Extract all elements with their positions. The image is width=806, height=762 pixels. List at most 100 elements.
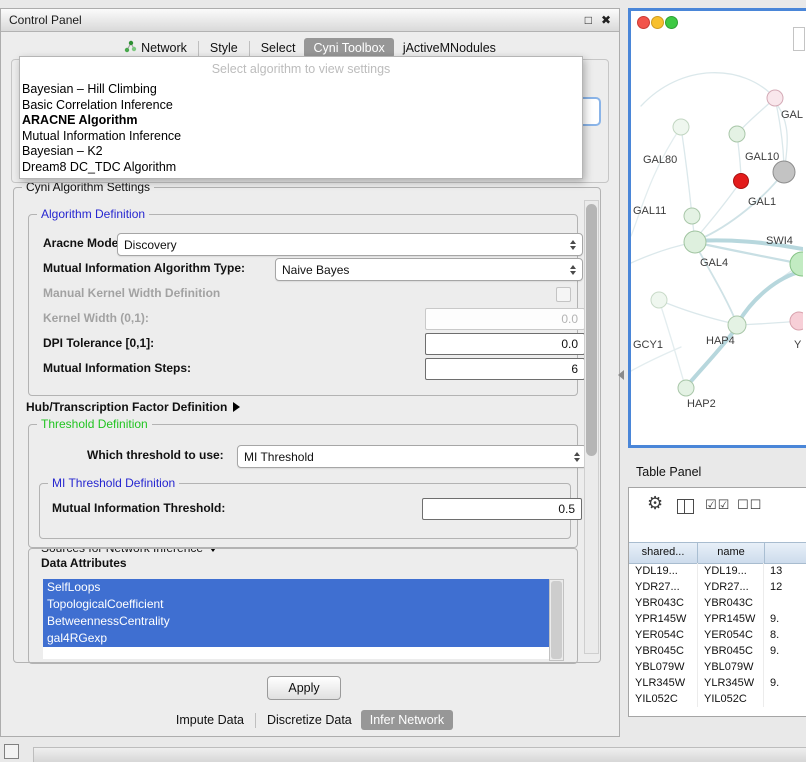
network-node[interactable]: [734, 174, 749, 189]
splitter-collapse-arrow[interactable]: [618, 370, 624, 380]
mi-type-value: Naive Bayes: [282, 263, 564, 277]
mi-threshold-field[interactable]: 0.5: [422, 498, 582, 520]
tab-infer-network[interactable]: Infer Network: [361, 710, 453, 730]
settings-scrollbar[interactable]: [584, 200, 599, 654]
docked-panel-icon[interactable]: [4, 744, 19, 759]
aracne-mode-combobox[interactable]: Discovery: [117, 233, 583, 256]
manual-kernel-checkbox: [556, 287, 571, 302]
network-node[interactable]: [728, 316, 746, 334]
table-row[interactable]: YPR145WYPR145W9.: [629, 611, 806, 627]
table-row[interactable]: YBR043CYBR043C: [629, 595, 806, 611]
table-cell: [764, 691, 806, 707]
algorithm-option[interactable]: Bayesian – Hill Climbing: [20, 82, 582, 98]
tab-select[interactable]: Select: [252, 38, 305, 58]
scrollbar-thumb[interactable]: [586, 204, 597, 456]
column-chooser-icon[interactable]: [677, 499, 694, 514]
attribute-item[interactable]: BetweennessCentrality: [43, 613, 549, 630]
mi-type-combobox[interactable]: Naive Bayes: [275, 258, 583, 281]
gear-icon[interactable]: ⚙: [647, 493, 663, 514]
table-row[interactable]: YBR045CYBR045C9.: [629, 643, 806, 659]
bottom-panel-strip[interactable]: [33, 747, 806, 762]
table-cell: 9.: [764, 643, 806, 659]
network-node[interactable]: [684, 231, 706, 253]
tab-label: jActiveMNodules: [403, 41, 496, 55]
network-node[interactable]: [651, 292, 667, 308]
control-panel-titlebar[interactable]: Control Panel □ ✖: [1, 9, 619, 32]
tab-label: Style: [210, 41, 238, 55]
combobox-arrows-icon: [570, 240, 576, 250]
table-body: YDL19...YDL19...13YDR27...YDR27...12YBR0…: [629, 563, 806, 707]
table-row[interactable]: YLR345WYLR345W9.: [629, 675, 806, 691]
float-window-icon[interactable]: □: [585, 14, 592, 26]
mi-steps-field[interactable]: 6: [425, 358, 585, 380]
algorithm-option-list: Bayesian – Hill ClimbingBasic Correlatio…: [20, 82, 582, 175]
combobox-arrows-icon: [574, 452, 580, 462]
network-node[interactable]: [673, 119, 689, 135]
zoom-traffic-light[interactable]: [665, 16, 678, 29]
deselect-all-checkboxes-icon[interactable]: ☐☐: [737, 497, 762, 513]
close-traffic-light[interactable]: [637, 16, 650, 29]
expand-right-icon: [233, 402, 240, 412]
network-node[interactable]: [790, 312, 803, 330]
minimize-traffic-light[interactable]: [651, 16, 664, 29]
hub-definition-toggle[interactable]: Hub/Transcription Factor Definition: [26, 400, 240, 414]
close-window-icon[interactable]: ✖: [601, 14, 611, 26]
which-threshold-combobox[interactable]: MI Threshold: [237, 445, 587, 468]
tab-label: Impute Data: [176, 713, 244, 727]
algorithm-option[interactable]: Dream8 DC_TDC Algorithm: [20, 160, 582, 176]
attribute-list-scrollbar[interactable]: [549, 579, 564, 661]
network-node[interactable]: [678, 380, 694, 396]
network-node[interactable]: [729, 126, 745, 142]
table-window: ⚙ ☑☑ ☐☐ shared... name YDL19...YDL19...1…: [628, 487, 806, 717]
attribute-item[interactable]: TopologicalCoefficient: [43, 596, 549, 613]
network-tab-icon: [124, 40, 137, 56]
tab-jactivemnodules[interactable]: jActiveMNodules: [394, 38, 505, 58]
mi-threshold-definition-title: MI Threshold Definition: [48, 476, 179, 490]
column-header-name[interactable]: name: [698, 543, 765, 563]
table-cell: 13: [764, 563, 806, 579]
table-cell: 9.: [764, 611, 806, 627]
table-row[interactable]: YIL052CYIL052C: [629, 691, 806, 707]
table-row[interactable]: YDL19...YDL19...13: [629, 563, 806, 579]
algorithm-option[interactable]: ARACNE Algorithm: [20, 113, 582, 129]
tab-style[interactable]: Style: [201, 38, 247, 58]
algorithm-definition-title: Algorithm Definition: [37, 207, 149, 221]
algorithm-option[interactable]: Bayesian – K2: [20, 144, 582, 160]
sources-group: Sources for Network Inference Data Attri…: [28, 548, 578, 664]
attribute-item[interactable]: SelfLoops: [43, 579, 549, 596]
table-cell: YBL079W: [698, 659, 764, 675]
tab-impute-data[interactable]: Impute Data: [167, 710, 253, 730]
apply-button[interactable]: Apply: [267, 676, 341, 700]
scrollbar-thumb[interactable]: [551, 581, 562, 659]
network-node[interactable]: [684, 208, 700, 224]
combobox-arrows-icon: [570, 265, 576, 275]
network-scrollbar-fragment[interactable]: [793, 27, 805, 51]
select-all-checkboxes-icon[interactable]: ☑☑: [705, 497, 730, 513]
network-node[interactable]: [773, 161, 795, 183]
node-label: GAL1: [748, 196, 776, 208]
table-row[interactable]: YER054CYER054C8.: [629, 627, 806, 643]
tab-cyni-toolbox[interactable]: Cyni Toolbox: [304, 38, 393, 58]
node-label: GCY1: [633, 339, 663, 351]
attribute-list[interactable]: SelfLoopsTopologicalCoefficientBetweenne…: [43, 579, 549, 659]
table-cell: YDR27...: [698, 579, 764, 595]
tab-discretize-data[interactable]: Discretize Data: [258, 710, 361, 730]
dpi-tolerance-value: 0.0: [561, 337, 578, 351]
table-row[interactable]: YDR27...YDR27...12: [629, 579, 806, 595]
node-label: SWI4: [766, 235, 793, 247]
cyni-algorithm-settings-group: Cyni Algorithm Settings Algorithm Defini…: [13, 187, 601, 663]
algorithm-option[interactable]: Mutual Information Inference: [20, 129, 582, 145]
table-row[interactable]: YBL079WYBL079W: [629, 659, 806, 675]
dpi-tolerance-field[interactable]: 0.0: [425, 333, 585, 355]
column-header-partial[interactable]: [765, 543, 806, 563]
hub-definition-label: Hub/Transcription Factor Definition: [26, 400, 227, 414]
network-view-window[interactable]: GALGAL80GAL10GAL11GAL1SWI4GAL4GCY1HAP4YH…: [628, 8, 806, 448]
table-cell: 8.: [764, 627, 806, 643]
network-node[interactable]: [767, 90, 783, 106]
network-canvas[interactable]: GALGAL80GAL10GAL11GAL1SWI4GAL4GCY1HAP4YH…: [631, 11, 803, 439]
column-header-shared[interactable]: shared...: [629, 543, 698, 563]
table-cell: [764, 595, 806, 611]
control-panel-window: Control Panel □ ✖ Network: [0, 8, 620, 737]
attribute-item[interactable]: gal4RGexp: [43, 630, 549, 647]
algorithm-option[interactable]: Basic Correlation Inference: [20, 98, 582, 114]
